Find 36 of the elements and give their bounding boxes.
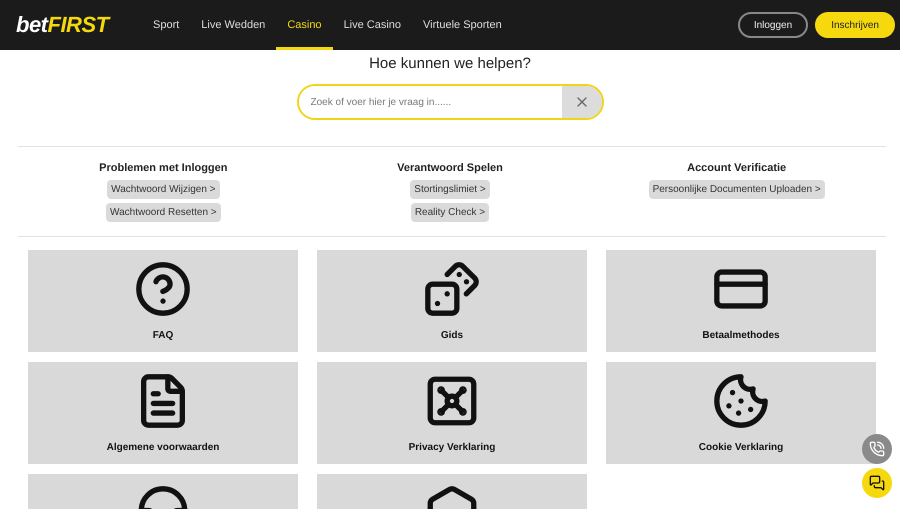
nav-tab[interactable]: Casino	[276, 0, 333, 50]
register-button[interactable]: Inschrijven	[815, 12, 895, 38]
category-tile[interactable]: Privacy Verklaring	[317, 362, 587, 464]
category-tile[interactable]: Cookie Verklaring	[606, 362, 876, 464]
logo[interactable]: betFIRST	[16, 12, 142, 38]
nav-tab[interactable]: Virtuele Sporten	[412, 0, 513, 50]
question-circle-icon	[134, 260, 192, 318]
topic-title: Account Verificatie	[687, 162, 786, 174]
category-tile[interactable]: Betaalmethodes	[606, 250, 876, 352]
chat-button[interactable]	[862, 468, 892, 498]
tile-label: Betaalmethodes	[702, 330, 780, 341]
search-field[interactable]: Zoek of voer hier je vraag in......	[296, 84, 604, 120]
chat-icon	[869, 475, 885, 491]
topic-link[interactable]: Stortingslimiet >	[410, 180, 490, 199]
tile-label: Cookie Verklaring	[698, 442, 784, 453]
tile-label: Algemene voorwaarden	[106, 442, 220, 453]
topic-link[interactable]: Reality Check >	[410, 203, 490, 222]
help-heading: Hoe kunnen we helpen?	[368, 55, 532, 72]
tile-label: Privacy Verklaring	[408, 442, 496, 453]
category-tile[interactable]: Gids	[317, 250, 587, 352]
nav-tab[interactable]: Sport	[142, 0, 190, 50]
dice-icon	[423, 260, 481, 318]
nav-tab[interactable]: Live Casino	[332, 0, 412, 50]
cookie-icon	[712, 372, 770, 430]
topic-link[interactable]: Wachtwoord Wijzigen >	[107, 180, 220, 199]
phone-icon	[869, 441, 885, 457]
login-button[interactable]: Inloggen	[738, 12, 808, 38]
topic-link[interactable]: Wachtwoord Resetten >	[106, 203, 221, 222]
topic-title: Problemen met Inloggen	[99, 162, 228, 174]
topic-title: Verantwoord Spelen	[397, 162, 503, 174]
tile-label: FAQ	[152, 330, 174, 341]
tile-label: Gids	[440, 330, 464, 341]
category-tile[interactable]: Algemene voorwaarden	[28, 362, 298, 464]
nav-tab[interactable]: Live Wedden	[190, 0, 276, 50]
topic-link[interactable]: Persoonlijke Documenten Uploaden >	[648, 180, 825, 199]
category-tile[interactable]: FAQ	[28, 250, 298, 352]
